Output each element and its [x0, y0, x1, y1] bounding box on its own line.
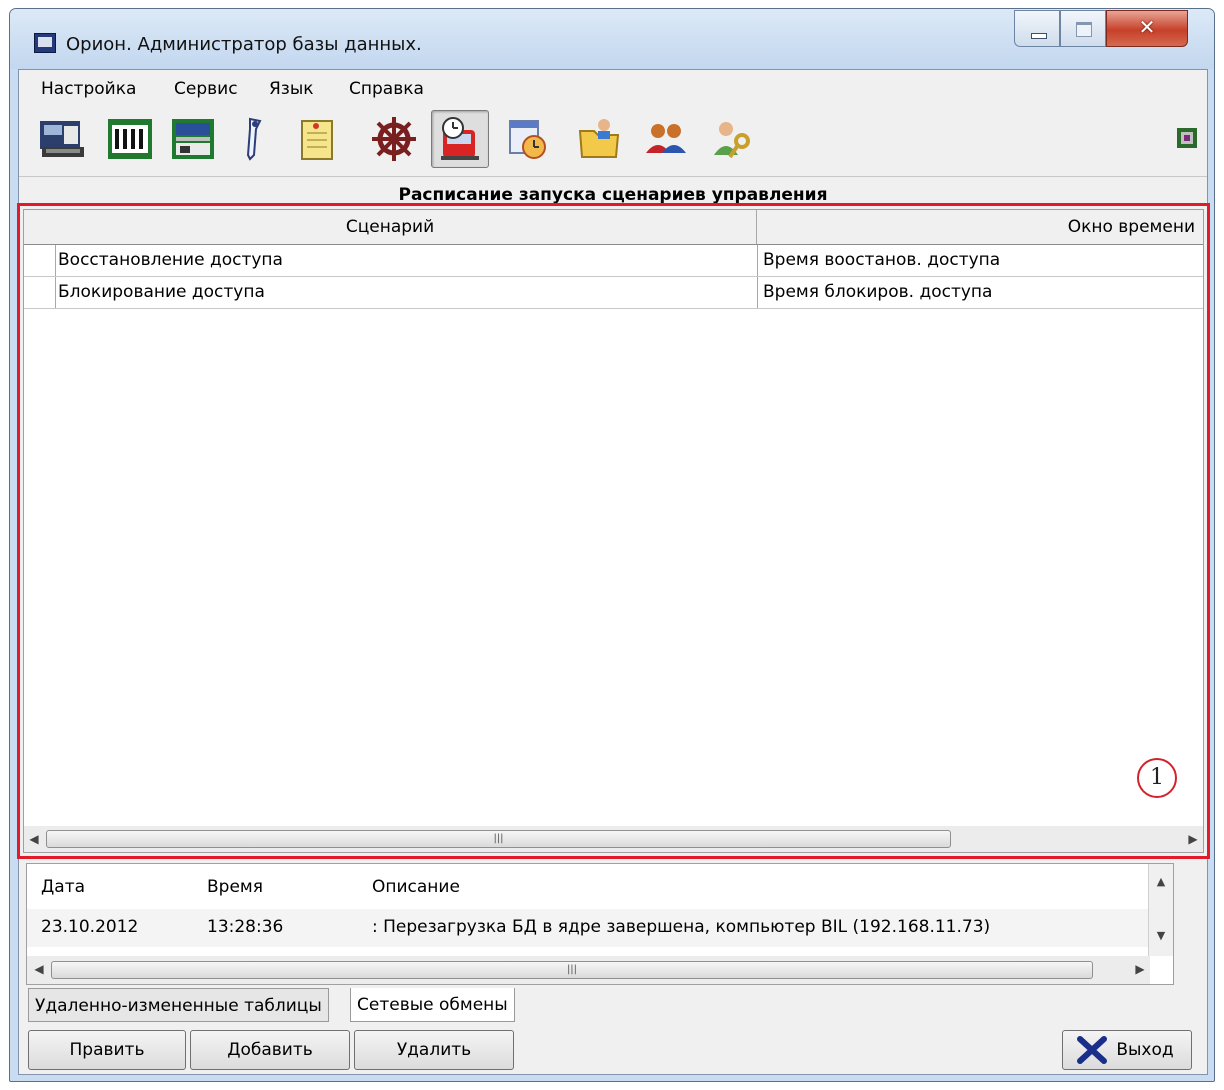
- grid-header: Сценарий Окно времени: [24, 210, 1203, 245]
- toolbar-button-panel[interactable]: [165, 110, 223, 168]
- user-key-icon: [714, 122, 750, 159]
- scroll-thumb[interactable]: |||: [46, 830, 951, 848]
- button-bar: Править Добавить Удалить Выход: [26, 1030, 1192, 1074]
- cell-time-window[interactable]: Время блокиров. доступа: [757, 277, 1203, 308]
- window-title: Орион. Администратор базы данных.: [66, 34, 422, 55]
- scroll-left-icon[interactable]: ◀: [29, 956, 49, 982]
- log-column-description[interactable]: Описание: [372, 877, 460, 897]
- maximize-button[interactable]: [1060, 10, 1106, 47]
- log-description: : Перезагрузка БД в ядре завершена, комп…: [372, 917, 991, 937]
- column-header-scenario[interactable]: Сценарий: [24, 210, 757, 244]
- scroll-right-icon[interactable]: ▶: [1130, 956, 1150, 982]
- toolbar-button-controller[interactable]: [101, 110, 159, 168]
- toolbar-button-users[interactable]: [637, 110, 695, 168]
- title-bar[interactable]: Орион. Администратор базы данных. ✕: [10, 9, 1214, 69]
- schedule-grid[interactable]: Сценарий Окно времени Восстановление дос…: [23, 209, 1204, 853]
- bottom-tabs: Удаленно-измененные таблицы Сетевые обме…: [26, 988, 1174, 1022]
- chip-icon: [1177, 128, 1197, 148]
- schedule-train-icon: [441, 117, 479, 160]
- log-time: 13:28:36: [207, 917, 284, 937]
- tab-network-exchange[interactable]: Сетевые обмены: [350, 988, 515, 1022]
- user-group-icon: [646, 124, 686, 153]
- log-row[interactable]: 23.10.2012 13:28:36 : Перезагрузка БД в …: [27, 909, 1173, 947]
- scroll-up-icon[interactable]: ▲: [1149, 872, 1173, 892]
- edit-button[interactable]: Править: [28, 1030, 186, 1070]
- log-vertical-scrollbar[interactable]: ▲ ▼: [1148, 864, 1173, 956]
- exit-button[interactable]: Выход: [1062, 1030, 1192, 1070]
- event-log[interactable]: Дата Время Описание 23.10.2012 13:28:36 …: [26, 863, 1174, 985]
- toolbar-button-chip[interactable]: [1169, 110, 1205, 168]
- scroll-left-icon[interactable]: ◀: [24, 826, 44, 852]
- toolbar-button-key[interactable]: [225, 110, 283, 168]
- column-header-time-window[interactable]: Окно времени: [757, 210, 1203, 244]
- toolbar-button-notepad[interactable]: [289, 110, 347, 168]
- log-column-date[interactable]: Дата: [41, 877, 85, 897]
- log-column-time[interactable]: Время: [207, 877, 263, 897]
- toolbar-button-calendar[interactable]: [499, 110, 557, 168]
- toolbar-button-schedule[interactable]: [431, 110, 489, 168]
- cell-time-window[interactable]: Время воостанов. доступа: [757, 245, 1203, 276]
- minimize-icon: [1031, 33, 1047, 39]
- keyboard-device-icon: [40, 121, 84, 157]
- scroll-right-icon[interactable]: ▶: [1183, 826, 1203, 852]
- log-date: 23.10.2012: [41, 917, 139, 937]
- notepad-icon: [301, 120, 333, 160]
- cell-scenario[interactable]: Восстановление доступа: [58, 245, 756, 276]
- toolbar: [19, 106, 1207, 176]
- controller-board-icon: [108, 119, 152, 159]
- close-icon: ✕: [1138, 15, 1156, 39]
- minimize-button[interactable]: [1014, 10, 1060, 47]
- menu-bar: Настройка Сервис Язык Справка: [19, 70, 1207, 105]
- close-button[interactable]: ✕: [1106, 10, 1188, 47]
- calendar-clock-icon: [509, 120, 546, 159]
- device-panel-icon: [172, 119, 214, 159]
- delete-button[interactable]: Удалить: [354, 1030, 514, 1070]
- toolbar-button-folder-user[interactable]: [571, 110, 629, 168]
- log-header: Дата Время Описание: [27, 864, 1173, 908]
- table-row[interactable]: Восстановление доступа Время воостанов. …: [24, 245, 1203, 277]
- toolbar-button-keyboard[interactable]: [33, 110, 91, 168]
- menu-settings[interactable]: Настройка: [41, 79, 136, 99]
- menu-help[interactable]: Справка: [349, 79, 424, 99]
- callout-marker: 1: [1137, 758, 1177, 798]
- folder-user-icon: [578, 119, 620, 158]
- scroll-down-icon[interactable]: ▼: [1149, 926, 1173, 946]
- highlight-frame: Сценарий Окно времени Восстановление дос…: [17, 203, 1210, 859]
- add-button[interactable]: Добавить: [190, 1030, 350, 1070]
- row-indicator: [24, 245, 56, 276]
- table-row[interactable]: Блокирование доступа Время блокиров. дос…: [24, 277, 1203, 309]
- menu-service[interactable]: Сервис: [174, 79, 238, 99]
- menu-language[interactable]: Язык: [269, 79, 314, 99]
- cell-scenario[interactable]: Блокирование доступа: [58, 277, 756, 308]
- toolbar-button-wheel[interactable]: [365, 110, 423, 168]
- exit-icon: [1077, 1036, 1107, 1064]
- tab-remote-tables[interactable]: Удаленно-измененные таблицы: [28, 988, 329, 1022]
- row-indicator: [24, 277, 56, 308]
- toolbar-button-user-key[interactable]: [703, 110, 761, 168]
- app-icon: [34, 33, 56, 53]
- maximize-icon: [1076, 22, 1092, 37]
- scroll-thumb[interactable]: |||: [51, 961, 1093, 979]
- key-icon: [246, 117, 262, 161]
- ship-wheel-icon: [372, 117, 416, 161]
- exit-label: Выход: [1116, 1040, 1174, 1060]
- log-horizontal-scrollbar[interactable]: ◀ ||| ▶: [27, 956, 1150, 984]
- grid-horizontal-scrollbar[interactable]: ◀ ||| ▶: [24, 826, 1203, 852]
